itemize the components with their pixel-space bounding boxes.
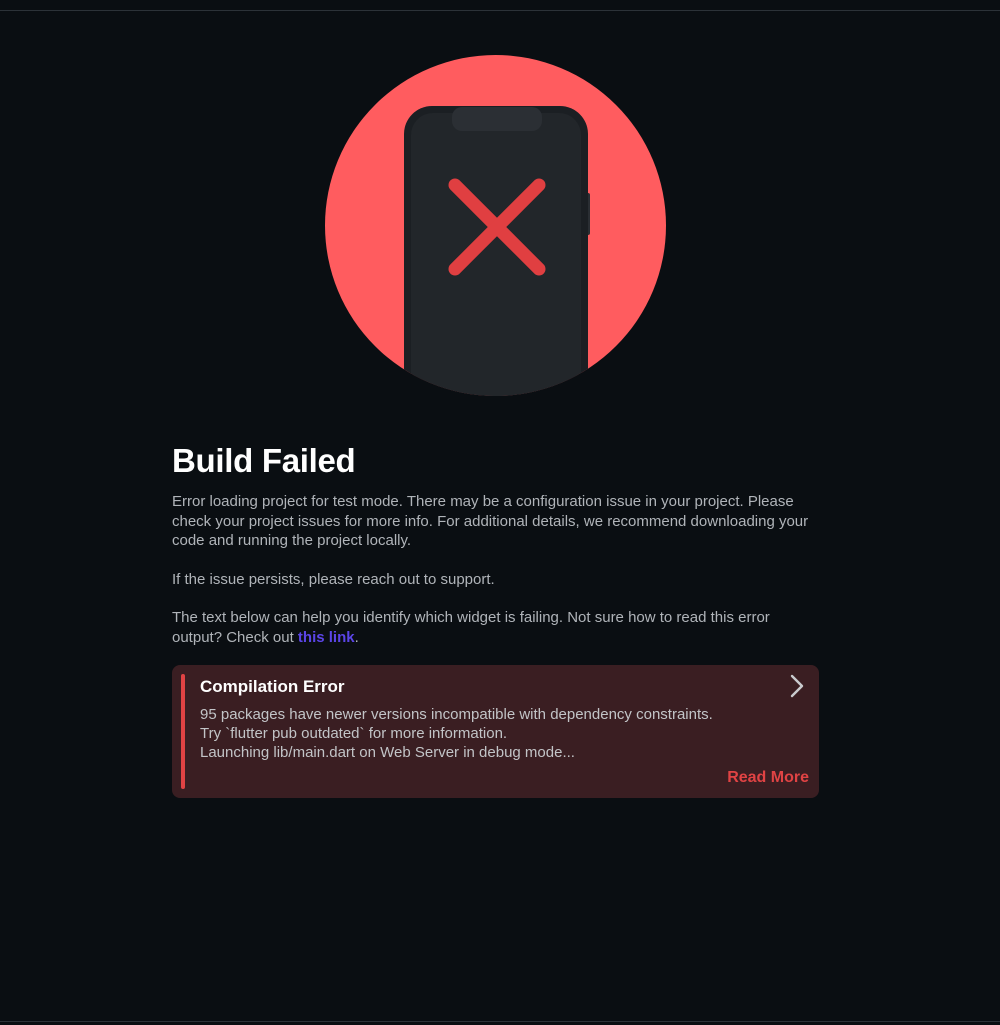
help-link[interactable]: this link <box>298 629 355 646</box>
error-log: 95 packages have newer versions incompat… <box>200 705 770 762</box>
error-log-line: Try `flutter pub outdated` for more info… <box>200 725 508 742</box>
help-note: The text below can help you identify whi… <box>172 608 820 647</box>
help-note-suffix: . <box>354 628 359 646</box>
phone-screen <box>411 113 581 396</box>
support-note: If the issue persists, please reach out … <box>172 570 495 588</box>
main-content: Build Failed Error loading project for t… <box>172 440 820 798</box>
bottom-divider <box>0 1021 1000 1022</box>
error-card-title: Compilation Error <box>200 677 345 696</box>
help-note-text: The text below can help you identify whi… <box>172 609 770 646</box>
page-title: Build Failed <box>172 442 356 479</box>
phone-notch <box>452 107 542 131</box>
error-log-line: 95 packages have newer versions incompat… <box>200 706 713 723</box>
chevron-right-icon[interactable] <box>787 673 807 699</box>
phone-with-x-icon <box>325 55 666 396</box>
top-divider <box>0 10 1000 11</box>
compilation-error-card[interactable]: Compilation Error 95 packages have newer… <box>172 665 819 798</box>
error-log-line: Launching lib/main.dart on Web Server in… <box>200 744 575 761</box>
error-accent-bar <box>181 674 185 789</box>
error-description: Error loading project for test mode. The… <box>172 493 809 549</box>
read-more-button[interactable]: Read More <box>727 769 809 787</box>
